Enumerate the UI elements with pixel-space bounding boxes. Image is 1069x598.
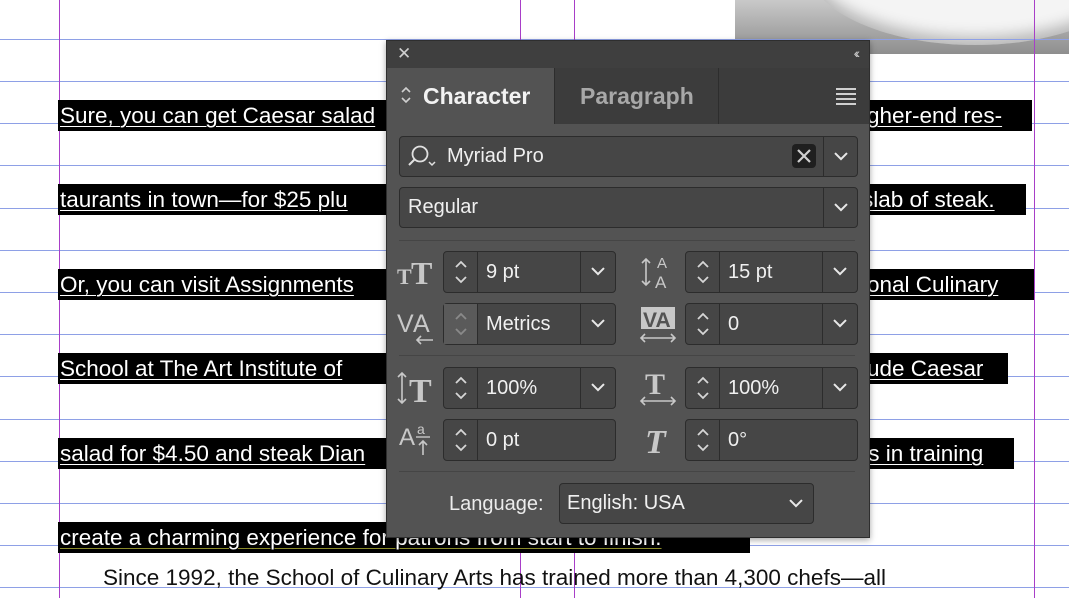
horizontal-scale-stepper[interactable]: 100% [685, 367, 858, 409]
selected-text-line[interactable]: fs in training [860, 438, 1014, 469]
close-icon[interactable]: ✕ [397, 44, 411, 64]
panel-tabbar: Character Paragraph [387, 68, 869, 124]
chevron-down-icon[interactable] [834, 151, 848, 161]
horizontal-scale-value[interactable]: 100% [728, 368, 779, 408]
tab-character[interactable]: Character [387, 68, 555, 124]
svg-text:A: A [655, 273, 667, 291]
font-family-field[interactable]: Myriad Pro [399, 136, 858, 177]
chevron-down-icon[interactable] [591, 383, 605, 392]
skew-value[interactable]: 0° [728, 420, 747, 460]
baseline-shift-value[interactable]: 0 pt [486, 420, 519, 460]
language-label: Language: [449, 493, 544, 515]
character-panel: ✕ ‹‹ Character Paragraph Myriad Pro Regu… [386, 40, 870, 538]
chevron-down-icon[interactable] [591, 267, 605, 276]
tab-paragraph[interactable]: Paragraph [556, 68, 719, 124]
svg-text:V: V [397, 310, 414, 338]
search-icon [406, 144, 440, 176]
selected-text-line[interactable]: lude Caesar [860, 353, 1008, 384]
leading-stepper[interactable]: 15 pt [685, 251, 858, 293]
leading-value[interactable]: 15 pt [728, 252, 772, 292]
svg-text:T: T [411, 256, 432, 286]
chevron-down-icon[interactable] [789, 498, 803, 508]
double-chevron-left-icon[interactable]: ‹‹ [854, 45, 861, 61]
leading-icon: AA [639, 251, 679, 296]
body-text-line[interactable]: Since 1992, the School of Culinary Arts … [103, 565, 886, 591]
vertical-scale-stepper[interactable]: 100% [443, 367, 616, 409]
svg-text:a: a [417, 421, 425, 437]
skew-stepper[interactable]: 0° [685, 419, 858, 461]
panel-titlebar[interactable]: ✕ ‹‹ [387, 41, 869, 68]
font-size-value[interactable]: 9 pt [486, 252, 519, 292]
font-size-stepper[interactable]: 9 pt [443, 251, 616, 293]
chevron-down-icon[interactable] [591, 319, 605, 328]
baseline-shift-icon: Aa [397, 421, 437, 464]
svg-text:VA: VA [643, 309, 671, 332]
tracking-icon: VA [639, 305, 679, 350]
selected-text-line[interactable]: School at The Art Institute of [58, 353, 400, 384]
tab-options-arrows-icon [401, 68, 411, 105]
font-style-value: Regular [408, 196, 479, 218]
vertical-scale-value[interactable]: 100% [486, 368, 537, 408]
selected-text-line[interactable]: Sure, you can get Caesar salad [58, 100, 400, 131]
kerning-value[interactable]: Metrics [486, 304, 550, 344]
svg-text:A: A [657, 255, 667, 272]
hamburger-menu-icon[interactable] [836, 88, 856, 108]
kerning-dropdown[interactable]: Metrics [443, 303, 616, 345]
chevron-down-icon[interactable] [833, 383, 847, 392]
chevron-down-icon[interactable] [834, 202, 848, 212]
chevron-down-icon[interactable] [833, 267, 847, 276]
svg-text:T: T [645, 424, 667, 459]
selected-text-line[interactable]: slab of steak. [860, 184, 1026, 215]
tab-character-label: Character [423, 83, 531, 109]
svg-text:T: T [645, 368, 665, 401]
baseline-shift-stepper[interactable]: 0 pt [443, 419, 616, 461]
selected-text-line[interactable]: igher-end res- [860, 100, 1032, 131]
language-dropdown[interactable]: English: USA [559, 483, 814, 524]
vertical-scale-icon: T [397, 369, 437, 412]
selected-text-line[interactable]: ional Culinary [860, 269, 1034, 300]
clear-x-icon[interactable] [792, 144, 816, 168]
font-size-icon: TT [397, 255, 435, 291]
tracking-value[interactable]: 0 [728, 304, 739, 344]
tab-paragraph-label: Paragraph [580, 83, 694, 109]
skew-icon: T [643, 421, 679, 464]
svg-text:T: T [409, 373, 432, 407]
language-value: English: USA [567, 492, 685, 514]
svg-text:A: A [399, 424, 415, 451]
horizontal-scale-icon: T [639, 367, 679, 412]
font-style-dropdown[interactable]: Regular [399, 187, 858, 228]
selected-text-line[interactable]: Or, you can visit Assignments [58, 269, 400, 300]
kerning-icon: VA [397, 306, 437, 351]
selected-text-line[interactable]: taurants in town—for $25 plu [58, 184, 400, 215]
svg-text:A: A [413, 310, 430, 338]
selected-text-line[interactable]: salad for $4.50 and steak Dian [58, 438, 400, 469]
margin-guide [1034, 0, 1035, 598]
font-family-value[interactable]: Myriad Pro [447, 137, 544, 176]
chevron-down-icon[interactable] [833, 319, 847, 328]
tracking-stepper[interactable]: 0 [685, 303, 858, 345]
svg-text:T: T [397, 264, 412, 286]
